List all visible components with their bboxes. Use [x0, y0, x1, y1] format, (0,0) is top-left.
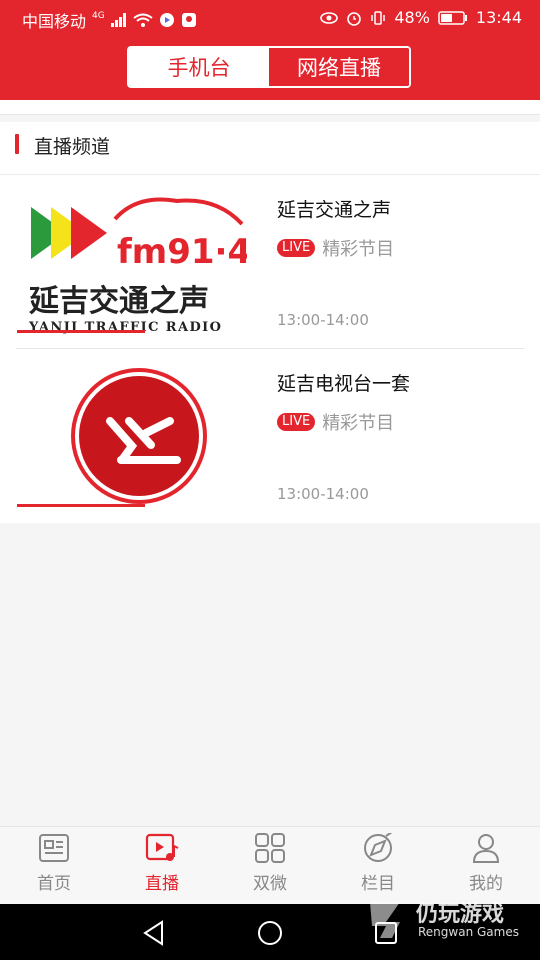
tab-label: 双微: [253, 874, 287, 894]
home-icon[interactable]: [256, 919, 284, 947]
vibrate-icon: [371, 10, 386, 25]
wifi-icon: [133, 13, 153, 27]
program-time: 13:00-14:00: [277, 311, 369, 329]
section-accent-bar: [15, 134, 19, 154]
signal-icon: [110, 13, 126, 27]
tab-social[interactable]: 双微: [216, 833, 324, 903]
logo-underline: [17, 330, 145, 333]
live-badge: LIVE: [277, 413, 316, 431]
news-icon: [39, 834, 69, 862]
channel-item[interactable]: fm91·4 延吉交通之声 YANJI TRAFFIC RADIO 延吉交通之声…: [0, 175, 540, 349]
tab-label: 栏目: [361, 874, 395, 894]
tab-columns[interactable]: 栏目: [324, 833, 432, 903]
program-name: 精彩节目: [322, 413, 395, 434]
tab-label: 我的: [469, 874, 503, 894]
channel-name: 延吉电视台一套: [277, 373, 411, 395]
alarm-icon: [347, 11, 362, 26]
section-header: 直播频道: [0, 122, 540, 175]
source-switch: 手机台 网络直播: [127, 46, 411, 88]
live-row: LIVE 精彩节目: [277, 409, 394, 435]
battery-percent: 48%: [394, 8, 430, 27]
tab-phone-station[interactable]: 手机台: [129, 48, 269, 86]
tab-label: 首页: [37, 874, 71, 894]
tab-web-live[interactable]: 网络直播: [269, 48, 409, 86]
logo-name-cn: 延吉交通之声: [28, 284, 209, 319]
program-time: 13:00-14:00: [277, 485, 369, 503]
tab-mine[interactable]: 我的: [432, 833, 540, 903]
eye-icon: [320, 11, 339, 24]
channel-list: fm91·4 延吉交通之声 YANJI TRAFFIC RADIO 延吉交通之声…: [0, 175, 540, 523]
top-spacer: [0, 100, 540, 115]
tab-home[interactable]: 首页: [0, 833, 108, 903]
section-title: 直播频道: [34, 136, 111, 158]
status-bar: 中国移动 4G 48% 13:44: [0, 0, 540, 36]
app-header: 手机台 网络直播: [0, 36, 540, 100]
clock: 13:44: [475, 8, 522, 27]
live-row: LIVE 精彩节目: [277, 235, 394, 261]
carrier-label: 中国移动: [22, 12, 87, 31]
compass-icon: [364, 833, 393, 862]
channel-name: 延吉交通之声: [277, 199, 392, 221]
logo-frequency: fm91·4: [117, 232, 247, 272]
channel-item[interactable]: 延吉电视台一套 LIVE 精彩节目 13:00-14:00: [0, 349, 540, 523]
watermark-cn: 仍玩游戏: [416, 902, 505, 927]
bottom-tab-bar: 首页 直播 双微 栏目 我的: [0, 826, 540, 905]
user-icon: [472, 834, 500, 863]
tab-live[interactable]: 直播: [108, 833, 216, 903]
channel-logo: fm91·4 延吉交通之声 YANJI TRAFFIC RADIO: [17, 197, 247, 334]
battery-icon: [438, 10, 467, 25]
grid-icon: [255, 833, 285, 863]
app-notification-icon-2: [181, 13, 196, 27]
back-icon[interactable]: [140, 919, 168, 947]
watermark-logo-icon: [370, 902, 400, 938]
network-type: 4G: [92, 11, 105, 21]
program-name: 精彩节目: [322, 239, 395, 260]
watermark-en: Rengwan Games: [418, 925, 519, 939]
live-video-icon: [145, 833, 179, 861]
app-notification-icon: [159, 13, 174, 27]
logo-underline: [17, 504, 145, 507]
live-badge: LIVE: [277, 239, 316, 257]
channel-logo: [17, 368, 207, 507]
tab-label: 直播: [145, 874, 179, 894]
